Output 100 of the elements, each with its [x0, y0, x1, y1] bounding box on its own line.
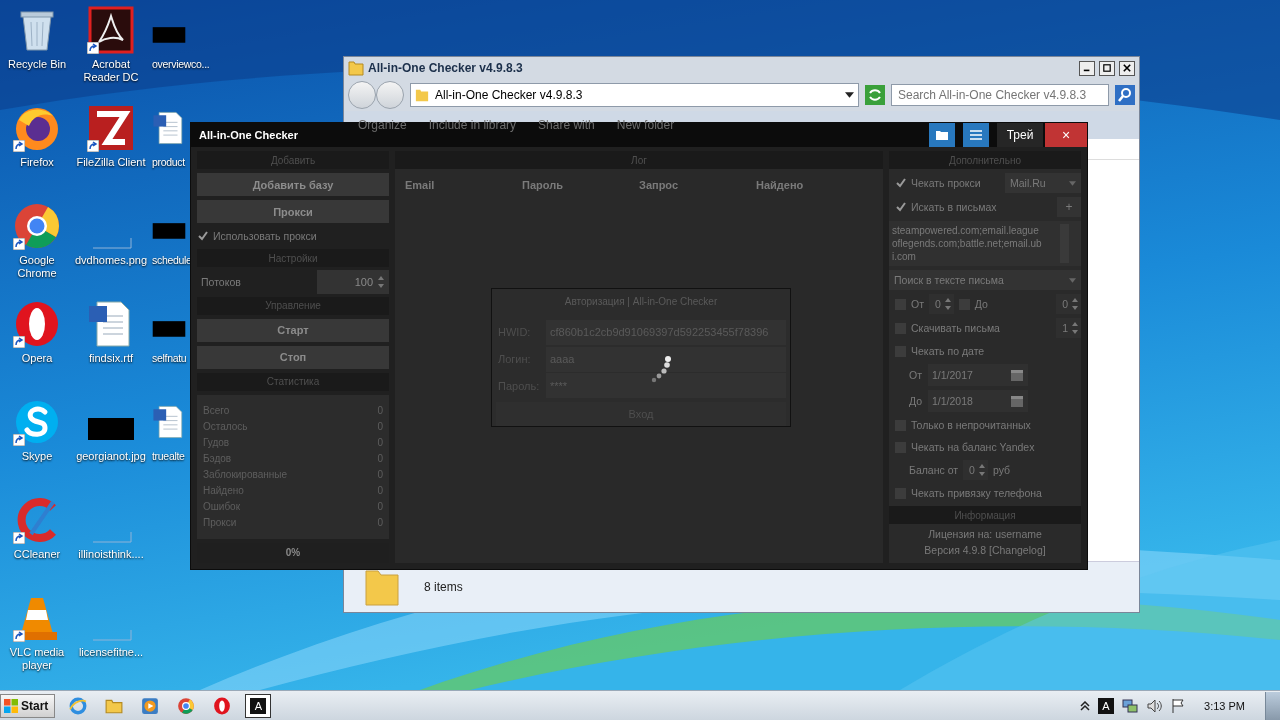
- acrobat-icon[interactable]: [87, 6, 135, 54]
- action-button[interactable]: Старт: [197, 318, 389, 342]
- desktop-icon-label[interactable]: selfnatu: [152, 352, 187, 365]
- checkbox-label[interactable]: Только в непрочитанных: [911, 419, 1031, 431]
- desktop-icon-label[interactable]: VLC media player: [0, 646, 74, 672]
- caret-icon: [1069, 277, 1076, 283]
- checkbox-label[interactable]: Использовать прокси: [213, 230, 317, 242]
- action-button[interactable]: Стоп: [197, 345, 389, 369]
- desktop-icon-label[interactable]: Google Chrome: [0, 254, 74, 280]
- folder-button[interactable]: [929, 123, 955, 147]
- date-field[interactable]: 1/1/2017: [928, 364, 1028, 386]
- back-button[interactable]: [348, 81, 376, 109]
- desktop-icon-label[interactable]: illinoisthink....: [78, 548, 144, 561]
- calendar-icon[interactable]: [1010, 394, 1024, 408]
- desktop-icon-label[interactable]: findsix.rtf: [89, 352, 133, 365]
- show-desktop-button[interactable]: [1265, 691, 1280, 720]
- desktop-icon-label[interactable]: Acrobat Reader DC: [74, 58, 148, 84]
- refresh-icon[interactable]: [865, 85, 885, 105]
- loading-spinner-icon: [650, 355, 672, 383]
- checkbox-label[interactable]: Искать в письмах: [911, 201, 997, 213]
- desktop-icon-label[interactable]: product: [152, 156, 185, 169]
- app-tray-icon[interactable]: A: [1098, 697, 1115, 714]
- spinner-arrows-icon[interactable]: [943, 297, 952, 311]
- checkbox-label[interactable]: Чекать по дате: [911, 345, 985, 357]
- spinner-arrows-icon[interactable]: [1071, 321, 1079, 335]
- desktop-icon-label[interactable]: overviewco...: [152, 58, 210, 71]
- spinner-arrows-icon[interactable]: [977, 463, 986, 477]
- domains-field[interactable]: steampowered.com;email.leagueoflegends.com;battle.net;email.ubi.com: [889, 221, 1081, 266]
- input-field[interactable]: ****: [546, 373, 786, 399]
- chevron-up-icon[interactable]: [1080, 700, 1091, 711]
- folder-icon: [364, 567, 400, 607]
- maximize-button[interactable]: [1099, 60, 1115, 76]
- search-field[interactable]: Search All-in-One Checker v4.9.8.3: [891, 84, 1109, 106]
- close-button[interactable]: ×: [1045, 123, 1087, 147]
- desktop-icon-label[interactable]: schedule: [152, 254, 192, 267]
- toolbar-item[interactable]: Include in library: [428, 118, 517, 132]
- search-mode-dropdown[interactable]: Поиск в тексте письма: [889, 270, 1081, 290]
- date-field[interactable]: 1/1/2018: [928, 390, 1028, 412]
- balance-label: Баланс от: [909, 464, 959, 476]
- desktop-icon-label[interactable]: dvdhomes.png: [74, 254, 148, 267]
- opera-icon[interactable]: [13, 300, 61, 348]
- checkbox-label[interactable]: Скачивать письма: [911, 322, 1000, 334]
- shortcut-arrow-icon: [87, 42, 99, 54]
- desktop-icon-label[interactable]: Skype: [21, 450, 53, 463]
- checkbox-label[interactable]: От: [911, 298, 924, 310]
- spinner-arrows-icon[interactable]: [1071, 297, 1079, 311]
- threads-label: Потоков: [200, 275, 242, 288]
- checkbox[interactable]: [197, 230, 208, 242]
- desktop-icon-label[interactable]: FileZilla Client: [76, 156, 146, 169]
- checkbox-label[interactable]: До: [974, 298, 988, 310]
- filezilla-icon[interactable]: [87, 104, 135, 152]
- toolbar-item[interactable]: Organize: [358, 118, 407, 132]
- media-player-icon: [141, 696, 160, 715]
- network-icon[interactable]: [1122, 697, 1139, 714]
- caret-icon: [845, 92, 854, 98]
- number-field[interactable]: 1: [1056, 318, 1081, 338]
- desktop-icon-label[interactable]: Recycle Bin: [7, 58, 67, 71]
- date-label: От: [909, 369, 923, 381]
- number-field[interactable]: 0: [963, 460, 988, 480]
- tray-button[interactable]: Трей: [997, 123, 1043, 147]
- chrome-icon[interactable]: [13, 202, 61, 250]
- close-button[interactable]: [1119, 60, 1135, 76]
- search-icon[interactable]: [1115, 85, 1135, 105]
- taskbar-app-button[interactable]: A: [245, 693, 272, 718]
- flag-icon[interactable]: [1170, 697, 1187, 714]
- checkbox-label[interactable]: Чекать на баланс Yandex: [911, 441, 1035, 453]
- desktop-icon-label[interactable]: truealte: [152, 450, 185, 463]
- desktop-icon-label[interactable]: georgianot.jpg: [76, 450, 146, 463]
- window-title: All-in-One Checker: [199, 129, 300, 141]
- skype-icon[interactable]: [13, 398, 61, 446]
- desktop-icon-label[interactable]: CCleaner: [13, 548, 61, 561]
- clock[interactable]: 3:13 PM: [1194, 699, 1257, 712]
- calendar-icon[interactable]: [1010, 368, 1024, 382]
- service-dropdown[interactable]: Mail.Ru: [1005, 173, 1081, 193]
- opera-icon: [213, 696, 232, 715]
- start-button[interactable]: Start: [0, 693, 56, 718]
- desktop-icon-label[interactable]: Opera: [21, 352, 53, 365]
- action-button[interactable]: Добавить базу: [197, 173, 389, 196]
- desktop-icon-label[interactable]: licensefitne...: [78, 646, 144, 659]
- checkbox[interactable]: [895, 201, 906, 213]
- address-bar[interactable]: All-in-One Checker v4.9.8.3: [410, 83, 859, 107]
- number-field[interactable]: 0: [929, 294, 954, 314]
- desktop-icon-label[interactable]: Firefox: [20, 156, 54, 169]
- checkbox[interactable]: [895, 177, 906, 189]
- checkbox-label[interactable]: Чекать прокси: [911, 177, 981, 189]
- folder-icon: [415, 88, 429, 102]
- menu-button[interactable]: [963, 123, 989, 147]
- forward-button[interactable]: [376, 81, 404, 109]
- volume-icon[interactable]: [1146, 697, 1163, 714]
- number-field[interactable]: 0: [1056, 294, 1081, 314]
- folder-icon: [348, 60, 364, 76]
- spinner-arrows-icon[interactable]: [377, 274, 385, 289]
- minimize-button[interactable]: [1079, 60, 1095, 76]
- toolbar-item[interactable]: Share with: [538, 118, 595, 132]
- action-button[interactable]: Прокси: [197, 200, 389, 223]
- checkbox-label[interactable]: Чекать привязку телефона: [911, 487, 1042, 499]
- threads-field[interactable]: 100: [317, 269, 389, 294]
- toolbar-item[interactable]: New folder: [616, 118, 675, 132]
- version-text: Версия 4.9.8 [Changelog]: [923, 544, 1047, 556]
- add-button[interactable]: +: [1057, 197, 1081, 217]
